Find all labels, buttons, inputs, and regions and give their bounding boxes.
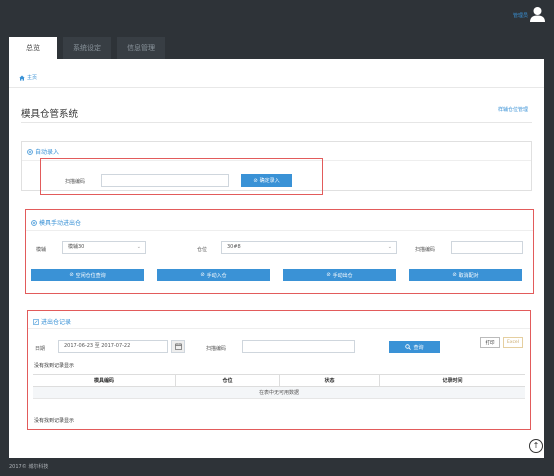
- manual-out-label: 手动出仓: [332, 272, 353, 279]
- manual-in-button[interactable]: ⊘ 手动入仓: [157, 269, 270, 281]
- no-records-message: 没有找到记录显示: [34, 418, 75, 424]
- auto-scan-label: 扫描编码: [65, 179, 86, 185]
- auto-scan-input[interactable]: [101, 174, 229, 187]
- check-circle-icon: ⊘: [200, 272, 205, 278]
- records-table-header: 模具编码 仓位 状态 记录时间: [33, 374, 525, 387]
- top-bar: 管理员: [0, 0, 554, 30]
- free-location-query-label: 空闲仓位查询: [75, 272, 106, 279]
- mold-select-value: 模辅30: [68, 244, 85, 250]
- scroll-to-top-button[interactable]: ↑: [529, 439, 543, 453]
- location-select-value: 30#8: [227, 244, 241, 250]
- chevron-down-icon: ⌄: [387, 244, 392, 250]
- check-circle-icon: ⊘: [253, 177, 258, 184]
- auto-entry-header: 自动录入: [27, 147, 59, 156]
- free-location-query-button[interactable]: ⊘ 空闲仓位查询: [31, 269, 144, 281]
- check-circle-icon: ⊘: [452, 272, 457, 278]
- manual-out-button[interactable]: ⊘ 手动出仓: [283, 269, 396, 281]
- footer-copyright: 2017© 城尔科技: [9, 464, 49, 470]
- print-button[interactable]: 打印: [480, 337, 500, 348]
- manual-in-label: 手动入仓: [206, 272, 227, 279]
- mold-select[interactable]: 模辅30 ⌄: [62, 241, 146, 254]
- records-header: 进出仓记录: [33, 317, 71, 326]
- divider: [9, 87, 544, 88]
- main-tabs: 总览 系统设定 信息管理: [9, 37, 171, 59]
- records-section: 进出仓记录 日期 2017-06-23 至 2017-07-22 扫描编码 查询…: [27, 310, 531, 430]
- arrow-up-icon: ↑: [532, 441, 540, 450]
- tab-info-management[interactable]: 信息管理: [117, 37, 165, 59]
- breadcrumb[interactable]: 主页: [19, 74, 37, 81]
- main-panel: 主页 模具仓管系统 样辅仓位管理 自动录入 扫描编码 ⊘ 确定录入 模具手动进出…: [9, 59, 544, 458]
- circle-plus-icon: [27, 148, 33, 155]
- location-management-link[interactable]: 样辅仓位管理: [498, 106, 528, 113]
- chevron-down-icon: ⌄: [136, 244, 141, 250]
- column-header-record-time[interactable]: 记录时间: [380, 375, 525, 386]
- column-header-location[interactable]: 仓位: [176, 375, 280, 386]
- records-title: 进出仓记录: [41, 319, 72, 326]
- location-select[interactable]: 30#8 ⌄: [221, 241, 397, 254]
- column-header-mold-code[interactable]: 模具编码: [33, 375, 176, 386]
- manual-scan-label: 扫描编码: [415, 247, 436, 253]
- date-label: 日期: [35, 346, 46, 352]
- manual-header: 模具手动进出仓: [31, 218, 81, 227]
- divider: [28, 328, 530, 329]
- circle-plus-icon: [31, 219, 37, 226]
- calendar-icon: [174, 343, 182, 350]
- column-header-status[interactable]: 状态: [280, 375, 380, 386]
- auto-entry-title: 自动录入: [35, 149, 60, 156]
- user-name[interactable]: 管理员: [513, 12, 528, 19]
- cancel-pairing-button[interactable]: ⊘ 取消配对: [409, 269, 522, 281]
- search-label: 查询: [413, 344, 424, 351]
- excel-export-button[interactable]: Excel: [503, 337, 523, 348]
- edit-icon: [33, 318, 39, 325]
- manual-scan-input[interactable]: [451, 241, 523, 254]
- search-button[interactable]: 查询: [389, 341, 440, 353]
- empty-table-row: 在表中无可用数据: [33, 387, 525, 399]
- mold-label: 模辅: [36, 247, 47, 253]
- records-scan-label: 扫描编码: [206, 346, 227, 352]
- divider: [26, 230, 533, 231]
- divider: [21, 122, 532, 123]
- check-circle-icon: ⊘: [69, 272, 74, 278]
- home-icon: [19, 75, 25, 81]
- no-records-message: 没有找到记录显示: [34, 363, 75, 369]
- breadcrumb-home-label[interactable]: 主页: [27, 74, 37, 81]
- search-icon: [405, 344, 412, 350]
- manual-title: 模具手动进出仓: [39, 220, 82, 227]
- records-scan-input[interactable]: [242, 340, 355, 353]
- date-range-input[interactable]: 2017-06-23 至 2017-07-22: [58, 340, 168, 353]
- cancel-pairing-label: 取消配对: [458, 272, 479, 279]
- user-avatar-icon[interactable]: [530, 6, 545, 22]
- confirm-entry-button[interactable]: ⊘ 确定录入: [241, 174, 292, 187]
- location-label: 仓位: [197, 247, 208, 253]
- page-title: 模具仓管系统: [21, 109, 79, 120]
- check-circle-icon: ⊘: [326, 272, 331, 278]
- tab-system-settings[interactable]: 系统设定: [63, 37, 111, 59]
- confirm-entry-label: 确定录入: [259, 178, 280, 184]
- tab-overview[interactable]: 总览: [9, 37, 57, 59]
- calendar-button[interactable]: [171, 340, 185, 353]
